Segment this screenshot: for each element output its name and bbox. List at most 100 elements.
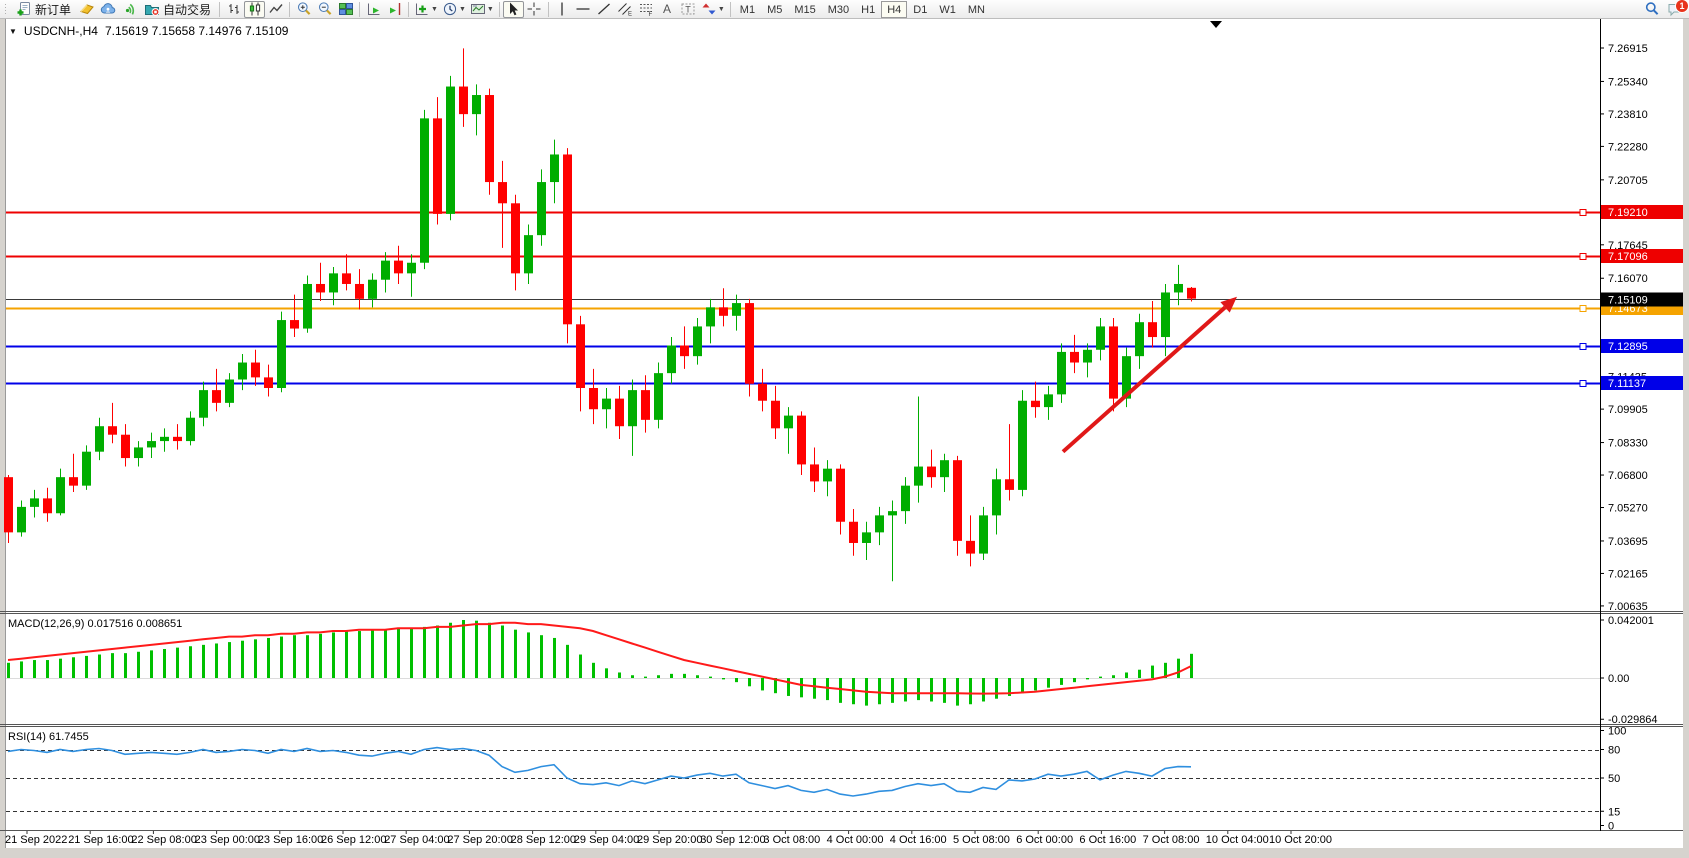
community-cloud-icon	[100, 1, 116, 17]
candle-body	[160, 437, 169, 441]
candle-body	[914, 467, 923, 486]
macd-histogram-bar	[358, 631, 361, 678]
price-tick-label: 7.16070	[1608, 273, 1648, 285]
community-button[interactable]	[97, 1, 118, 18]
toolbar: 新订单 自动交易 ▼ ▼	[0, 0, 1689, 19]
horizontal-line-button[interactable]	[573, 1, 594, 18]
timeframe-button-d1[interactable]: D1	[907, 1, 933, 18]
price-tick-label: 7.26915	[1608, 43, 1648, 55]
toolbar-separator	[730, 2, 731, 17]
date-label: 7 Oct 08:00	[1143, 834, 1200, 846]
periods-dropdown-caret: ▼	[459, 6, 466, 13]
crosshair-button[interactable]	[524, 1, 545, 18]
hline-handle[interactable]	[1580, 210, 1586, 216]
date-label: 3 Oct 08:00	[763, 834, 820, 846]
price-tick-label: 7.20705	[1608, 175, 1648, 187]
macd-histogram-bar	[371, 630, 374, 678]
search-button[interactable]	[1641, 1, 1662, 18]
chart-canvas[interactable]: 7.269157.253407.238107.222807.207057.176…	[0, 19, 1689, 853]
candle-body	[992, 479, 1001, 515]
auto-scroll-button[interactable]	[363, 1, 384, 18]
macd-indicator-label: MACD(12,26,9) 0.017516 0.008651	[8, 618, 182, 630]
macd-histogram-bar	[657, 675, 660, 678]
zoom-out-button[interactable]	[314, 1, 335, 18]
price-tick-label: 7.00635	[1608, 601, 1648, 613]
line-chart-button[interactable]	[265, 1, 286, 18]
hline-handle[interactable]	[1580, 306, 1586, 312]
templates-button[interactable]: ▼	[468, 1, 496, 18]
toolbar-right-group: 1	[1641, 1, 1685, 18]
fibonacci-button[interactable]: F	[636, 1, 657, 18]
trendline-button[interactable]	[594, 1, 615, 18]
toolbar-separator	[219, 2, 220, 17]
market-watch-button[interactable]	[76, 1, 97, 18]
candle-body	[342, 273, 351, 284]
candle-body	[810, 464, 819, 481]
macd-histogram-bar	[215, 643, 218, 678]
chart-shift-button[interactable]	[384, 1, 405, 18]
price-tick-label: 7.08330	[1608, 438, 1648, 450]
bar-chart-button[interactable]	[223, 1, 244, 18]
date-label: 23 Sep 00:00	[195, 834, 260, 846]
candle-body	[888, 511, 897, 515]
macd-histogram-bar	[1060, 678, 1063, 685]
vertical-line-icon	[554, 1, 570, 17]
vertical-line-button[interactable]	[552, 1, 573, 18]
hline-handle[interactable]	[1580, 381, 1586, 387]
macd-histogram-bar	[605, 668, 608, 678]
candle-body	[238, 363, 247, 380]
hline-handle[interactable]	[1580, 254, 1586, 260]
candle-body	[745, 303, 754, 384]
macd-histogram-bar	[462, 620, 465, 678]
candle-body	[641, 390, 650, 420]
text-label-button[interactable]: T	[678, 1, 699, 18]
timeframe-button-w1[interactable]: W1	[933, 1, 962, 18]
indicators-button[interactable]: ▼	[412, 1, 440, 18]
candle-body	[979, 515, 988, 553]
macd-histogram-bar	[111, 653, 114, 678]
hline-price-label: 7.19210	[1608, 207, 1648, 219]
zoom-in-button[interactable]	[293, 1, 314, 18]
macd-histogram-bar	[956, 678, 959, 706]
date-label: 29 Sep 04:00	[574, 834, 639, 846]
candlestick-chart-button[interactable]	[244, 1, 265, 18]
periods-button[interactable]: ▼	[440, 1, 468, 18]
equidistant-channel-button[interactable]: E	[615, 1, 636, 18]
price-tick-label: 7.22280	[1608, 141, 1648, 153]
macd-histogram-bar	[436, 626, 439, 678]
price-tick-label: 7.23810	[1608, 109, 1648, 121]
timeframe-button-mn[interactable]: MN	[962, 1, 991, 18]
autotrading-label: 自动交易	[163, 1, 211, 18]
date-label: 4 Oct 16:00	[890, 834, 947, 846]
rsi-tick-label: 50	[1608, 773, 1620, 785]
timeframe-button-m5[interactable]: M5	[761, 1, 788, 18]
timeframe-button-m30[interactable]: M30	[822, 1, 855, 18]
candle-body	[628, 390, 637, 426]
text-button[interactable]: A	[657, 1, 678, 18]
macd-histogram-bar	[241, 641, 244, 678]
timeframe-button-h4[interactable]: H4	[881, 1, 907, 18]
toolbar-separator	[289, 2, 290, 17]
arrows-button[interactable]: ▼	[699, 1, 727, 18]
chart-menu-icon[interactable]: ▼	[9, 27, 17, 36]
candle-body	[251, 363, 260, 378]
autotrading-button[interactable]: 自动交易	[139, 1, 216, 18]
cursor-button[interactable]	[503, 1, 524, 18]
timeframe-button-h1[interactable]: H1	[855, 1, 881, 18]
new-order-button[interactable]: 新订单	[11, 1, 76, 18]
candle-body	[719, 307, 728, 315]
macd-histogram-bar	[1034, 678, 1037, 690]
timeframe-button-m15[interactable]: M15	[788, 1, 821, 18]
chat-button[interactable]: 1	[1664, 1, 1685, 18]
date-label: 28 Sep 12:00	[511, 834, 576, 846]
price-tick-label: 7.09905	[1608, 404, 1648, 416]
toolbar-drag-handle[interactable]	[4, 3, 8, 16]
date-label: 4 Oct 00:00	[827, 834, 884, 846]
hline-handle[interactable]	[1580, 344, 1586, 350]
candle-body	[823, 469, 832, 482]
macd-histogram-bar	[683, 674, 686, 678]
signals-button[interactable]	[118, 1, 139, 18]
candle-body	[303, 284, 312, 329]
tile-windows-button[interactable]	[335, 1, 356, 18]
timeframe-button-m1[interactable]: M1	[734, 1, 761, 18]
